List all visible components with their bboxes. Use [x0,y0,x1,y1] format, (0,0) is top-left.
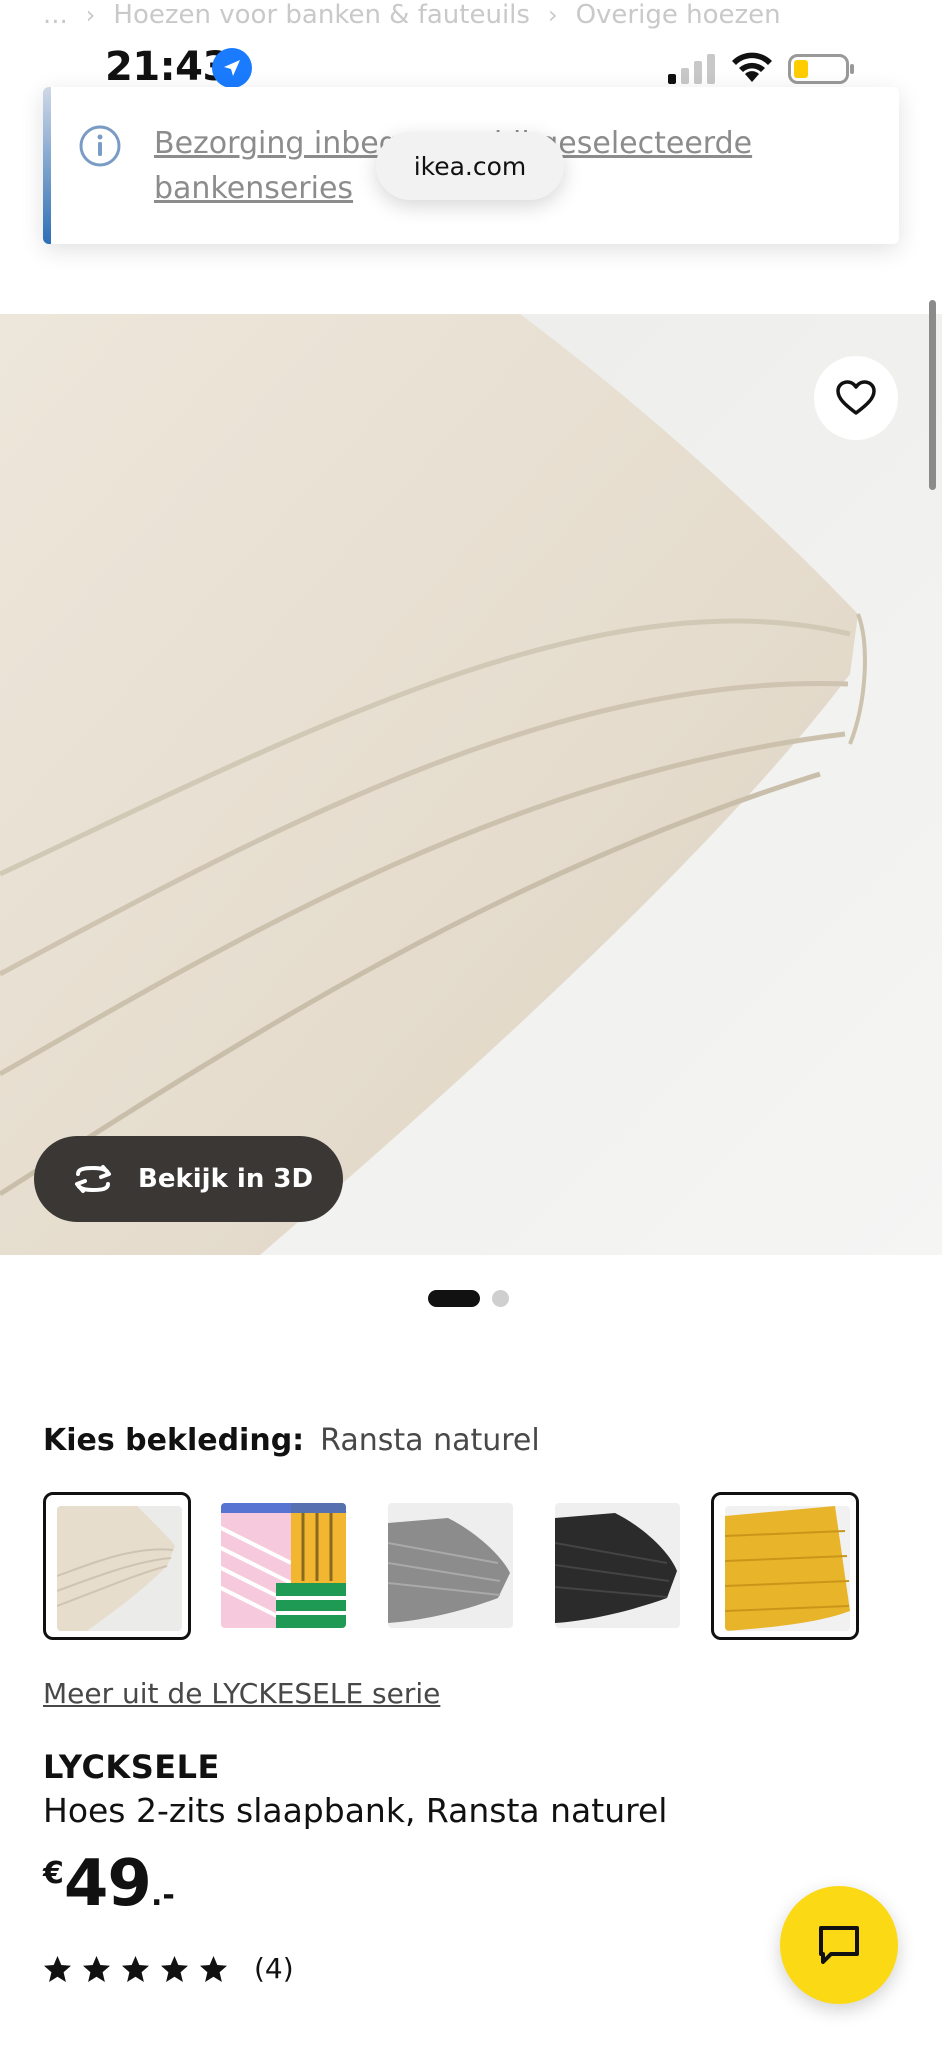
breadcrumb-item-other-covers[interactable]: Overige hoezen [576,0,781,30]
wifi-icon [732,52,772,82]
variant-selected-value: Ransta naturel [320,1423,540,1458]
browser-url-pill[interactable]: ikea.com [376,132,564,200]
banner-accent-bar [43,87,51,244]
view-in-3d-label: Bekijk in 3D [138,1164,314,1194]
star-icon [200,1955,227,1982]
battery-low-icon [788,54,854,84]
location-arrow-icon [212,48,252,88]
breadcrumb-item-sofa-covers[interactable]: Hoezen voor banken & fauteuils [113,0,530,30]
carousel-dot[interactable] [492,1290,509,1307]
swatch-ransta-naturel[interactable] [43,1492,191,1640]
chat-button[interactable] [780,1886,898,2004]
product-name: LYCKSELE [43,1748,220,1786]
breadcrumb: ... › Hoezen voor banken & fauteuils › O… [43,0,781,30]
variant-label: Kies bekleding: [43,1423,305,1458]
image-carousel-dots [428,1290,509,1307]
carousel-dot-active[interactable] [428,1290,480,1307]
cellular-signal-icon [668,54,715,84]
variant-selector-header: Kies bekleding: Ransta naturel [43,1423,540,1458]
favorite-button[interactable] [814,356,898,440]
star-icon [83,1955,110,1982]
product-price: € 49 .- [43,1848,175,1920]
chat-bubble-icon [819,1926,859,1964]
folded-fabric-image [0,314,942,1255]
price-integer: 49 [63,1847,152,1921]
view-in-3d-button[interactable]: Bekijk in 3D [34,1136,343,1222]
breadcrumb-separator: › [547,1,558,29]
star-icon [122,1955,149,1982]
heart-icon [836,380,876,415]
price-currency: € [43,1856,64,1891]
product-rating[interactable]: (4) [43,1952,294,1985]
star-icon [44,1955,71,1982]
breadcrumb-ellipsis[interactable]: ... [43,0,68,30]
swatch-pink-yellow-green-pattern[interactable] [210,1492,358,1640]
swatch-grey[interactable] [377,1492,525,1640]
info-icon [79,125,121,167]
series-link[interactable]: Meer uit de LYCKESELE serie [43,1677,440,1710]
swatch-yellow[interactable] [711,1492,859,1640]
product-image[interactable] [0,314,942,1255]
scroll-indicator[interactable] [929,300,936,490]
price-decimal: .- [150,1878,175,1913]
breadcrumb-separator: › [85,1,96,29]
rotate-3d-icon [75,1165,111,1193]
product-description: Hoes 2-zits slaapbank, Ransta naturel [43,1791,668,1830]
rating-count: (4) [254,1952,294,1985]
star-icon [161,1955,188,1982]
swatch-black[interactable] [544,1492,692,1640]
